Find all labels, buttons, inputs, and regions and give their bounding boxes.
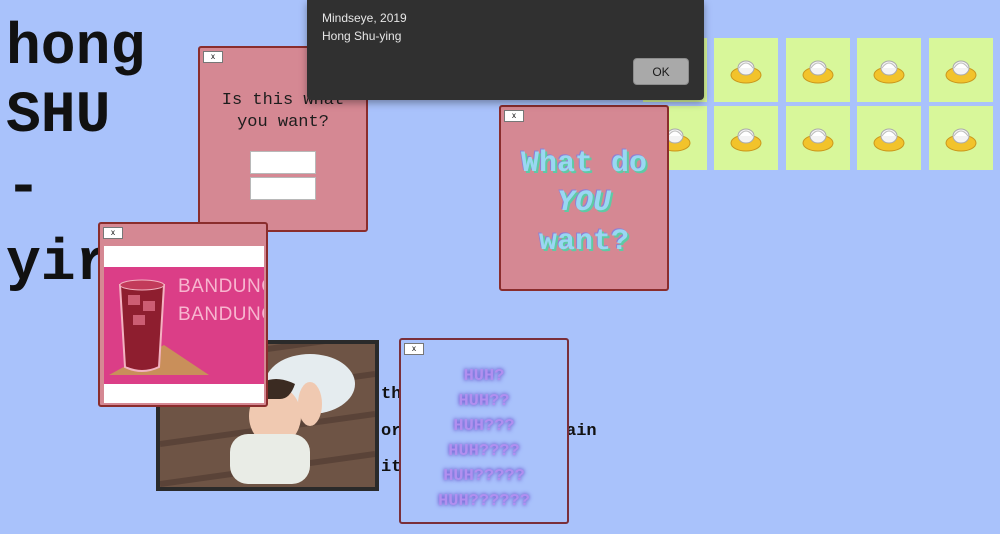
tile[interactable]	[929, 38, 993, 102]
product-brand-line-2: BANDUNG	[178, 304, 264, 325]
tile[interactable]	[857, 38, 921, 102]
want-line-3: want?	[538, 225, 629, 259]
dialog-line-2: Hong Shu-ying	[322, 29, 402, 43]
nest-icon	[945, 60, 977, 84]
bg-text-line-2-end: ain	[566, 422, 597, 441]
close-button[interactable]: x	[404, 343, 424, 355]
close-button[interactable]: x	[504, 110, 524, 122]
product-brand: BANDUNG BANDUNG	[178, 273, 264, 329]
nest-icon	[802, 128, 834, 152]
answer-input-1[interactable]	[250, 151, 316, 174]
product-footer-bar	[104, 384, 264, 403]
huh-popup: x HUH? HUH?? HUH??? HUH???? HUH????? HUH…	[399, 338, 569, 524]
product-image: BANDUNG BANDUNG	[104, 267, 264, 384]
tile[interactable]	[786, 106, 850, 170]
ok-button[interactable]: OK	[633, 58, 689, 85]
title-line-2: SHU	[6, 84, 111, 149]
title-line-1: hong	[6, 16, 146, 81]
alert-dialog: Mindseye, 2019 Hong Shu-ying OK	[307, 0, 704, 100]
product-brand-line-1: BANDUNG	[178, 276, 264, 297]
product-popup: x BANDUNG BANDUNG	[98, 222, 268, 407]
tile[interactable]	[714, 38, 778, 102]
huh-line-3: HUH???	[453, 417, 515, 436]
huh-line-2: HUH??	[458, 392, 510, 411]
product-header-bar	[104, 246, 264, 267]
want-popup: x What do YOU want?	[499, 105, 669, 291]
dialog-line-1: Mindseye, 2019	[322, 11, 407, 25]
tile[interactable]	[786, 38, 850, 102]
nest-icon	[802, 60, 834, 84]
huh-line-5: HUH?????	[443, 467, 525, 486]
title-line-3: -	[6, 156, 41, 221]
nest-icon	[873, 128, 905, 152]
answer-input-2[interactable]	[250, 177, 316, 200]
nest-icon	[873, 60, 905, 84]
close-button[interactable]: x	[203, 51, 223, 63]
huh-line-4: HUH????	[448, 442, 520, 461]
question-line-2: you want?	[237, 113, 329, 132]
tile[interactable]	[714, 106, 778, 170]
want-line-1: What do	[520, 147, 648, 181]
nest-icon	[730, 128, 762, 152]
title-line-4: yir	[6, 232, 111, 297]
nest-icon	[945, 128, 977, 152]
tile[interactable]	[857, 106, 921, 170]
huh-line-6: HUH??????	[438, 492, 530, 511]
close-button[interactable]: x	[103, 227, 123, 239]
tile[interactable]	[929, 106, 993, 170]
huh-text-block: HUH? HUH?? HUH??? HUH???? HUH????? HUH??…	[401, 364, 567, 514]
huh-line-1: HUH?	[463, 367, 505, 386]
want-line-2: YOU	[556, 186, 611, 220]
nest-icon	[730, 60, 762, 84]
